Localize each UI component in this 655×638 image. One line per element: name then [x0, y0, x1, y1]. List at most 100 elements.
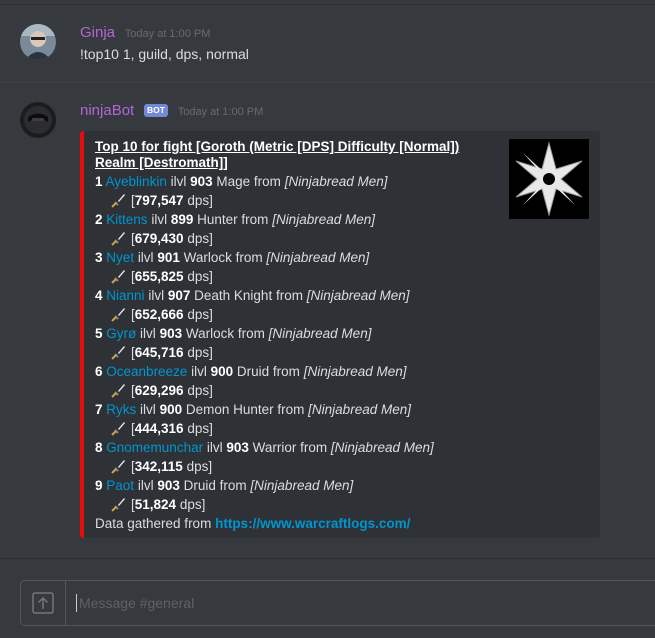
message-divider: [0, 82, 655, 83]
list-item: 3 Nyet ilvl 901 Warlock from [Ninjabread…: [95, 250, 370, 284]
dps-value: 679,430: [134, 231, 184, 246]
ilvl-label: ilvl: [137, 478, 154, 493]
player-link[interactable]: Oceanbreeze: [106, 364, 187, 379]
embed-footer: Data gathered from https://www.warcraftl…: [95, 514, 515, 533]
class-text: Warlock from: [185, 326, 265, 341]
sword-icon: [111, 421, 125, 436]
class-text: Demon Hunter from: [185, 402, 305, 417]
dps-unit: dps]: [187, 345, 213, 360]
list-item: 8 Gnomemunchar ilvl 903 Warrior from [Ni…: [95, 440, 434, 474]
dps-unit: dps]: [187, 231, 213, 246]
dps-unit: dps]: [187, 193, 213, 208]
ilvl-value: 903: [226, 440, 249, 455]
guild-name: [Ninjabread Men]: [266, 250, 370, 265]
author-name[interactable]: ninjaBot: [80, 102, 134, 119]
composer-divider: [0, 558, 655, 559]
ilvl-value: 899: [170, 212, 194, 227]
class-text: Mage from: [216, 174, 281, 189]
sword-icon: [111, 459, 125, 474]
sword-icon: [111, 307, 125, 322]
dps-value: 444,316: [134, 421, 184, 436]
message-text: !top10 1, guild, dps, normal: [80, 46, 249, 62]
guild-name: [Ninjabread Men]: [306, 288, 410, 303]
upload-arrow-icon: [32, 592, 54, 614]
player-link[interactable]: Ayeblinkin: [106, 174, 167, 189]
player-link[interactable]: Gnomemunchar: [106, 440, 203, 455]
player-link[interactable]: Paot: [106, 478, 134, 493]
player-link[interactable]: Ryks: [106, 402, 136, 417]
bot-badge: BOT: [143, 104, 168, 117]
rank: 7: [95, 402, 103, 417]
dps-value: 342,115: [134, 459, 183, 474]
shuriken-logo[interactable]: [509, 139, 589, 219]
sword-icon: [111, 231, 125, 246]
player-link[interactable]: Nianni: [106, 288, 144, 303]
class-text: Death Knight from: [194, 288, 303, 303]
player-link[interactable]: Nyet: [106, 250, 134, 265]
player-link[interactable]: Gyrø: [106, 326, 136, 341]
list-item: 1 Ayeblinkin ilvl 903 Mage from [Ninjabr…: [95, 174, 388, 208]
player-link[interactable]: Kittens: [106, 212, 147, 227]
ilvl-value: 903: [157, 478, 180, 493]
sword-icon: [111, 193, 125, 208]
class-text: Druid from: [183, 478, 247, 493]
dps-unit: dps]: [186, 459, 213, 474]
list-item: 6 Oceanbreeze ilvl 900 Druid from [Ninja…: [95, 364, 407, 398]
list-item: 4 Nianni ilvl 907 Death Knight from [Nin…: [95, 288, 410, 322]
avatar[interactable]: [20, 102, 56, 138]
dps-value: 652,666: [134, 307, 184, 322]
guild-name: [Ninjabread Men]: [308, 402, 411, 417]
footer-text: Data gathered from: [95, 516, 212, 531]
rich-embed: Top 10 for fight [Goroth (Metric [DPS] D…: [80, 131, 600, 538]
ilvl-value: 903: [190, 174, 213, 189]
dps-value: 645,716: [134, 345, 184, 360]
ilvl-label: ilvl: [148, 288, 165, 303]
ilvl-value: 903: [159, 326, 183, 341]
dps-unit: dps]: [187, 307, 213, 322]
ilvl-label: ilvl: [151, 212, 168, 227]
list-item: 9 Paot ilvl 903 Druid from [Ninjabread M…: [95, 478, 354, 512]
dps-value: 629,296: [134, 383, 184, 398]
guild-name: [Ninjabread Men]: [284, 174, 388, 189]
list-item: 5 Gyrø ilvl 903 Warlock from [Ninjabread…: [95, 326, 372, 360]
ilvl-value: 907: [167, 288, 191, 303]
dps-value: 655,825: [134, 269, 184, 284]
message-composer: Message #general: [20, 580, 655, 626]
dps-unit: dps]: [187, 421, 213, 436]
warcraftlogs-link[interactable]: https://www.warcraftlogs.com/: [215, 516, 410, 531]
ilvl-value: 900: [159, 402, 183, 417]
rank: 3: [95, 250, 103, 265]
ilvl-label: ilvl: [140, 402, 156, 417]
rank: 6: [95, 364, 103, 379]
sword-icon: [111, 269, 125, 284]
sword-icon: [111, 497, 125, 512]
rank: 5: [95, 326, 103, 341]
dps-unit: dps]: [187, 269, 213, 284]
dps-value: 797,547: [134, 193, 184, 208]
rank: 8: [95, 440, 103, 455]
ilvl-label: ilvl: [137, 250, 154, 265]
sword-icon: [111, 383, 125, 398]
author-name[interactable]: Ginja: [80, 24, 115, 41]
ilvl-label: ilvl: [191, 364, 207, 379]
upload-button[interactable]: [21, 581, 66, 625]
class-text: Hunter from: [197, 212, 269, 227]
ilvl-label: ilvl: [206, 440, 223, 455]
guild-name: [Ninjabread Men]: [330, 440, 434, 455]
avatar[interactable]: [20, 24, 56, 60]
top-divider: [0, 4, 655, 5]
timestamp: Today at 1:00 PM: [177, 106, 264, 118]
ilvl-value: 901: [157, 250, 180, 265]
rank: 9: [95, 478, 103, 493]
timestamp: Today at 1:00 PM: [124, 28, 211, 40]
message-input[interactable]: Message #general: [76, 594, 194, 612]
ilvl-label: ilvl: [140, 326, 156, 341]
ilvl-label: ilvl: [170, 174, 187, 189]
sword-icon: [111, 345, 125, 360]
rank: 1: [95, 174, 103, 189]
dps-unit: dps]: [187, 383, 213, 398]
ilvl-value: 900: [210, 364, 234, 379]
guild-name: [Ninjabread Men]: [250, 478, 354, 493]
embed-title[interactable]: Top 10 for fight [Goroth (Metric [DPS] D…: [95, 139, 490, 171]
dps-value: 51,824: [134, 497, 177, 512]
